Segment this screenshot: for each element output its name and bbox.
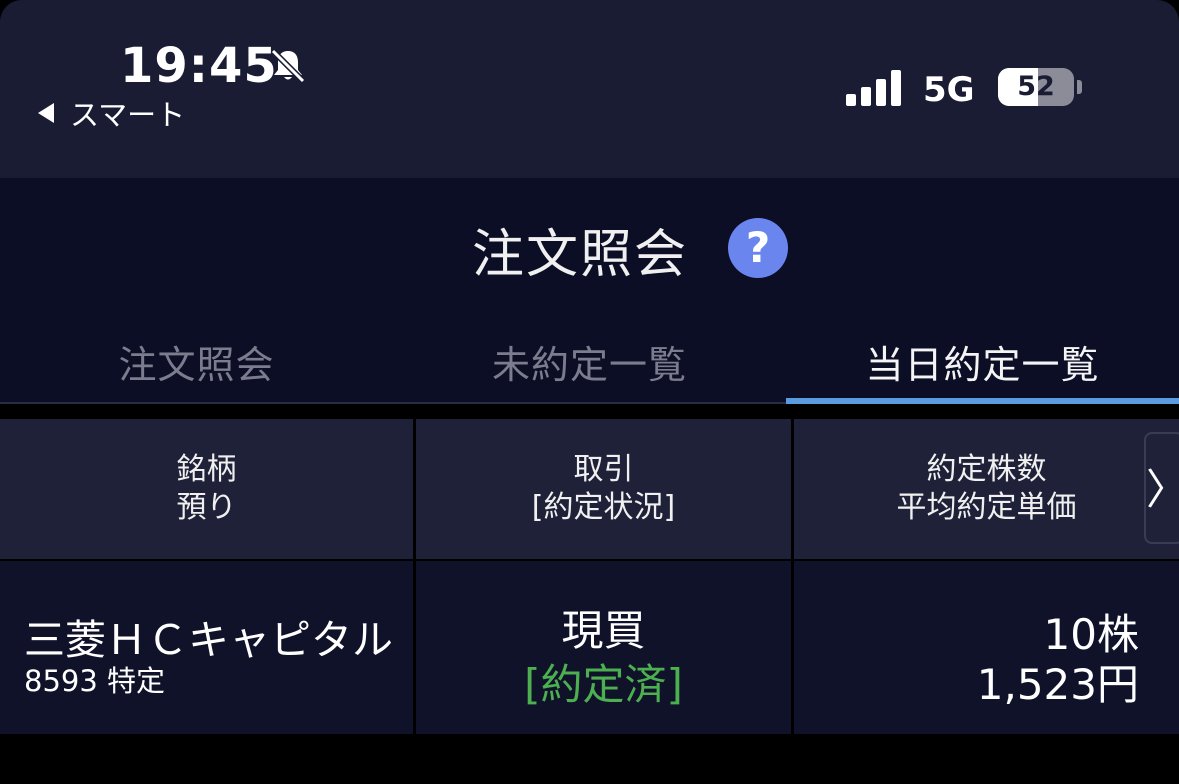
back-app-label: スマート [70,98,186,132]
column-header-quantity-line1: 約定株数 [926,452,1047,487]
column-header-stock-line1: 銘柄 [176,452,237,487]
back-to-app-button[interactable]: スマート [38,92,185,134]
tab-unexecuted-list[interactable]: 未約定一覧 [393,334,786,389]
status-time: 19:45 [120,38,278,94]
back-triangle-icon [38,103,54,123]
average-price: 1,523円 [976,660,1139,709]
execution-status: [約定済] [524,660,683,709]
trade-type: 現買 [561,606,646,655]
battery-icon: 52 [998,68,1074,106]
column-header-quantity: 約定株数 平均約定単価 [794,419,1179,559]
stock-name: 三菱ＨＣキャピタル [24,616,393,664]
table-row-trade-cell[interactable]: 現買 [約定済] [416,561,791,734]
network-type: 5G [923,70,975,110]
active-tab-indicator [786,398,1179,404]
column-header-stock: 銘柄 預り [0,419,413,559]
scroll-right-chevron-icon[interactable]: 〉 [1144,432,1179,544]
page-title: 注文照会 [472,225,689,285]
status-bar: 19:45 スマート 5G 52 [0,0,1179,178]
cellular-signal-icon [846,70,901,106]
tab-today-executed-list[interactable]: 当日約定一覧 [786,334,1179,389]
table-row-quantity-cell[interactable]: 10株 1,523円 [794,561,1179,734]
tab-divider [0,402,786,404]
column-header-trade-line1: 取引 [573,452,634,487]
battery-nub [1077,80,1082,94]
page-header: 注文照会 ? 注文照会 未約定一覧 当日約定一覧 [0,178,1179,404]
tab-order-inquiry[interactable]: 注文照会 [0,334,393,389]
column-header-trade: 取引 [約定状況] [416,419,791,559]
battery-level: 52 [1017,71,1055,102]
column-header-trade-line2: [約定状況] [531,490,676,525]
column-header-quantity-line2: 平均約定単価 [896,490,1077,525]
column-header-stock-line2: 預り [176,490,237,525]
help-icon[interactable]: ? [728,218,788,278]
screen: 19:45 スマート 5G 52 注文照会 ? 注文照会 未約定一覧 当日約定一… [0,0,1179,784]
stock-code-account: 8593 特定 [24,664,166,698]
bell-slash-icon [270,48,306,84]
table-row-stock-cell[interactable]: 三菱ＨＣキャピタル 8593 特定 [0,561,413,734]
